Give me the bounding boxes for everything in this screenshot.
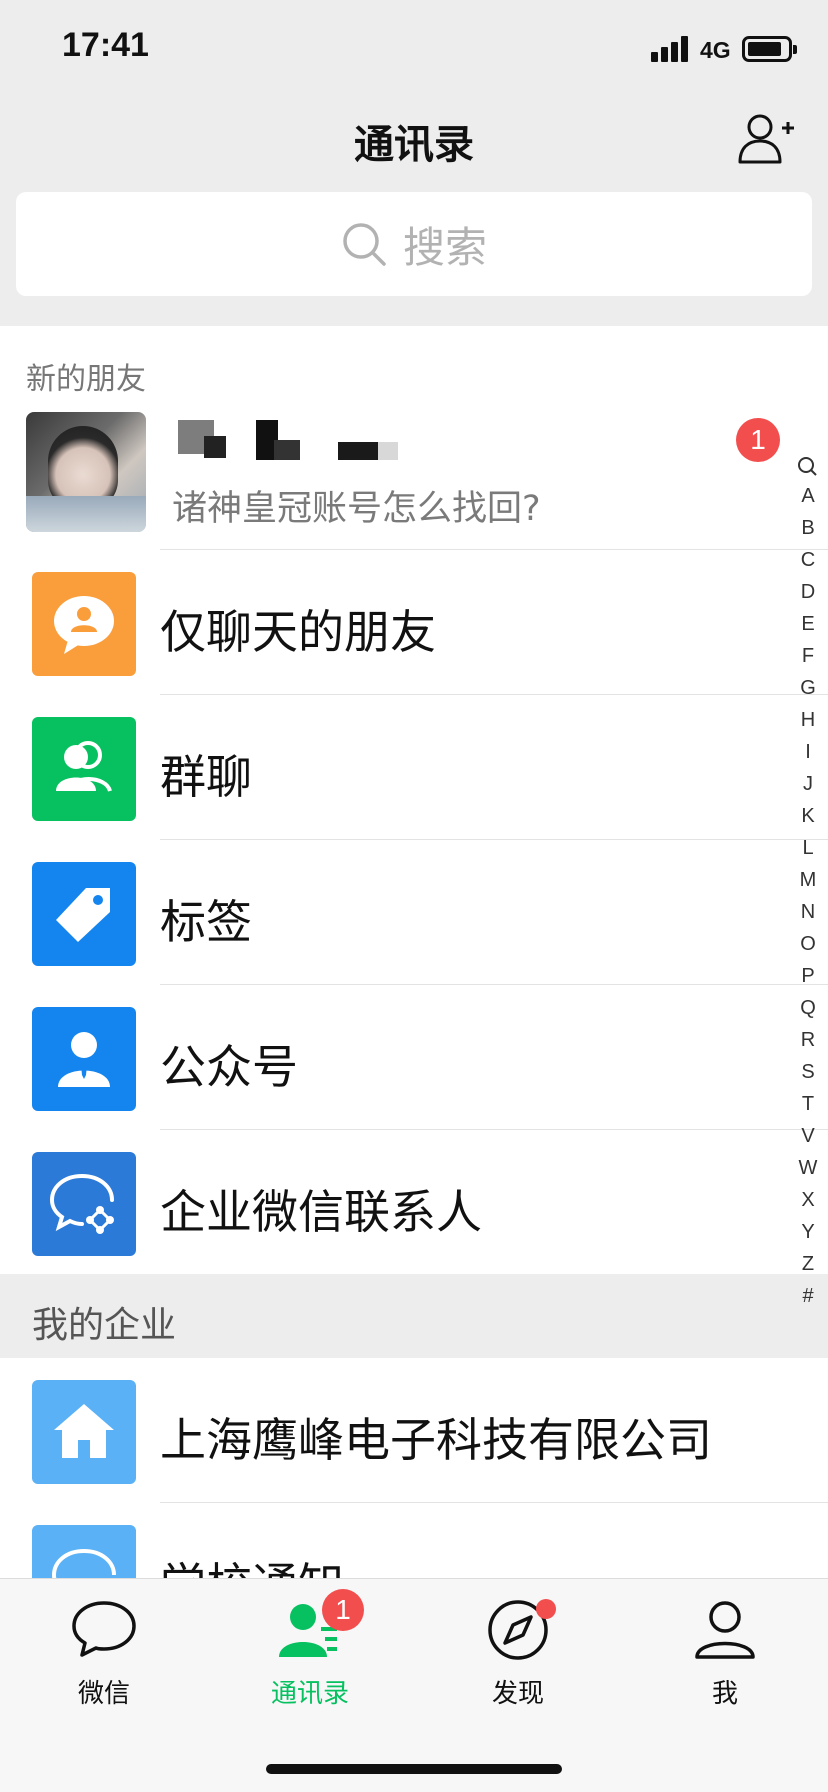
- entry-label: 企业微信联系人: [160, 1185, 482, 1239]
- page-title: 通讯录: [354, 122, 474, 168]
- wecom-icon: [32, 1152, 136, 1256]
- index-letter[interactable]: T: [790, 1088, 826, 1120]
- network-type: 4G: [700, 37, 731, 63]
- company-item-shanghai[interactable]: 上海鹰峰电子科技有限公司: [0, 1358, 828, 1503]
- index-letter[interactable]: B: [790, 512, 826, 544]
- tab-label: 发现: [491, 1679, 544, 1709]
- index-letter[interactable]: E: [790, 608, 826, 640]
- index-letter[interactable]: P: [790, 960, 826, 992]
- add-contact-icon[interactable]: [738, 110, 796, 168]
- entry-label: 群聊: [160, 750, 252, 804]
- section-header-new-friends: 新的朋友: [0, 326, 828, 406]
- tag-icon: [32, 862, 136, 966]
- chat-only-icon: [32, 572, 136, 676]
- index-letter[interactable]: O: [790, 928, 826, 960]
- index-letter[interactable]: A: [790, 480, 826, 512]
- tab-label: 我: [711, 1679, 738, 1709]
- index-letter[interactable]: Q: [790, 992, 826, 1024]
- index-letter[interactable]: H: [790, 704, 826, 736]
- section-header-my-company: 我的企业: [0, 1274, 828, 1358]
- section-label: 新的朋友: [26, 362, 146, 397]
- tab-label: 通讯录: [270, 1679, 349, 1709]
- tab-bar: 微信 通讯录 1 发现 我: [0, 1578, 828, 1792]
- index-letter[interactable]: V: [790, 1120, 826, 1152]
- section-label: 我的企业: [32, 1305, 177, 1346]
- index-letter[interactable]: X: [790, 1184, 826, 1216]
- tab-contacts[interactable]: 通讯录 1: [230, 1589, 390, 1710]
- index-letter[interactable]: M: [790, 864, 826, 896]
- status-time: 17:41: [62, 26, 149, 64]
- index-letter[interactable]: K: [790, 800, 826, 832]
- company-item-school-notice[interactable]: 学校通知: [0, 1503, 790, 1578]
- entry-label: 学校通知: [160, 1549, 344, 1578]
- index-letter[interactable]: I: [790, 736, 826, 768]
- search-icon: [343, 223, 386, 266]
- index-letter[interactable]: Z: [790, 1248, 826, 1280]
- notice-icon: [32, 1525, 136, 1578]
- new-content-dot: [536, 1599, 556, 1619]
- home-indicator[interactable]: [266, 1764, 562, 1774]
- index-letter[interactable]: R: [790, 1024, 826, 1056]
- tab-discover[interactable]: 发现: [438, 1597, 598, 1710]
- friend-request-row[interactable]: 诸神皇冠账号怎么找回? 1: [0, 406, 828, 550]
- entry-wecom-contacts[interactable]: 企业微信联系人: [0, 1130, 790, 1275]
- search-bar[interactable]: 搜索: [16, 192, 812, 296]
- tab-label: 微信: [77, 1679, 130, 1709]
- entry-label: 仅聊天的朋友: [160, 605, 436, 659]
- unread-badge: 1: [736, 418, 780, 462]
- index-letter[interactable]: S: [790, 1056, 826, 1088]
- battery-icon: [742, 36, 797, 62]
- index-letter[interactable]: N: [790, 896, 826, 928]
- avatar: [26, 412, 146, 532]
- entry-tags[interactable]: 标签: [0, 840, 828, 985]
- entry-label: 上海鹰峰电子科技有限公司: [160, 1413, 712, 1467]
- contact-name-redacted: [178, 420, 398, 460]
- index-letter[interactable]: D: [790, 576, 826, 608]
- entry-chat-only-friends[interactable]: 仅聊天的朋友: [0, 550, 828, 695]
- index-letter[interactable]: Y: [790, 1216, 826, 1248]
- entry-label: 公众号: [160, 1040, 298, 1094]
- chat-bubble-icon: [72, 1601, 136, 1657]
- index-search-icon[interactable]: [790, 452, 826, 480]
- search-placeholder: 搜索: [402, 222, 487, 272]
- tab-badge: 1: [322, 1589, 364, 1631]
- index-letter[interactable]: F: [790, 640, 826, 672]
- status-bar: 17:41 4G: [0, 0, 828, 96]
- tab-me[interactable]: 我: [645, 1597, 805, 1710]
- home-icon: [32, 1380, 136, 1484]
- index-letter[interactable]: C: [790, 544, 826, 576]
- index-letter[interactable]: L: [790, 832, 826, 864]
- entry-official-accounts[interactable]: 公众号: [0, 985, 828, 1130]
- alphabet-index[interactable]: A B C D E F G H I J K L M N O P Q R S T V W X Y Z #: [790, 452, 826, 1307]
- person-icon: [695, 1601, 755, 1659]
- group-chat-icon: [32, 717, 136, 821]
- tab-chats[interactable]: 微信: [24, 1597, 184, 1710]
- entry-label: 标签: [160, 895, 252, 949]
- entry-group-chats[interactable]: 群聊: [0, 695, 828, 840]
- index-letter[interactable]: J: [790, 768, 826, 800]
- index-letter[interactable]: #: [790, 1280, 826, 1312]
- index-letter[interactable]: G: [790, 672, 826, 704]
- index-letter[interactable]: W: [790, 1152, 826, 1184]
- signal-icon: [651, 36, 691, 62]
- request-message: 诸神皇冠账号怎么找回?: [172, 489, 541, 529]
- official-account-icon: [32, 1007, 136, 1111]
